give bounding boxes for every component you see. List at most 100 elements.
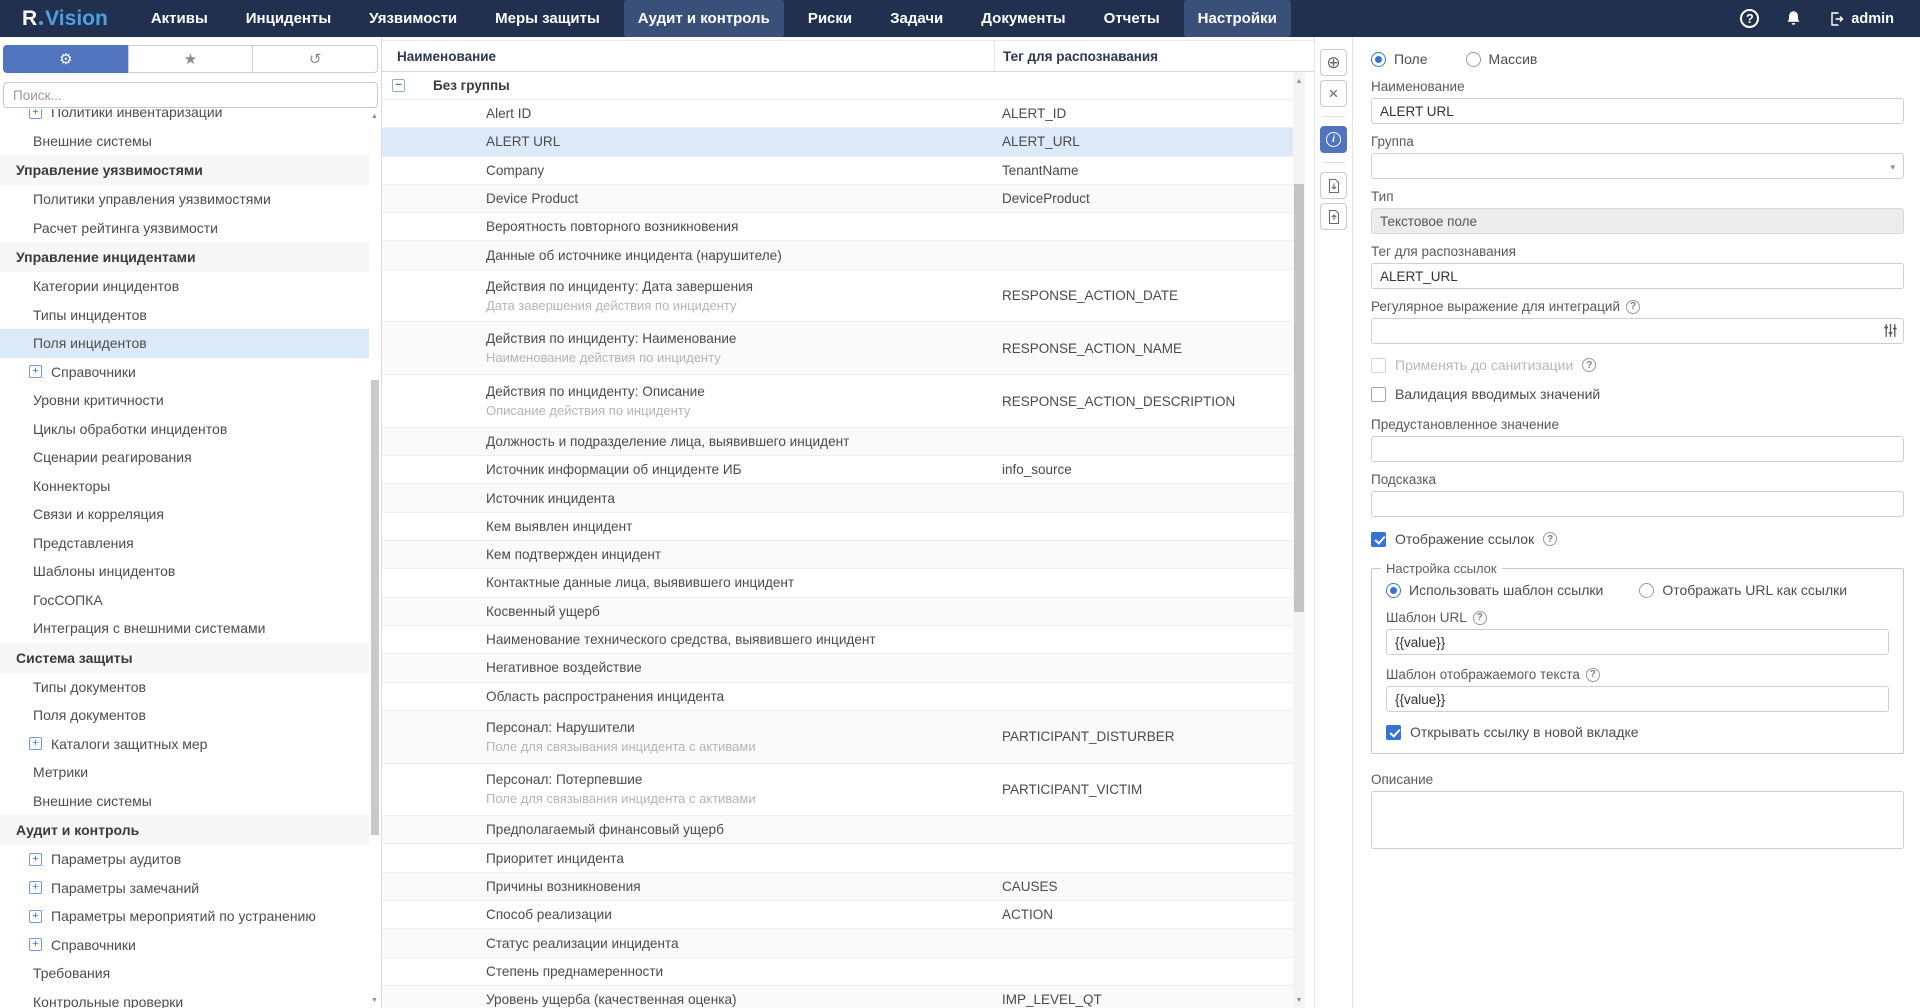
chevron-down-icon[interactable]: ▾ [1890, 162, 1895, 173]
tab-history[interactable]: ↺ [252, 45, 378, 73]
field-row[interactable]: Наименование технического средства, выяв… [382, 626, 1293, 654]
question-icon[interactable]: ? [1626, 300, 1640, 314]
notifications-icon[interactable] [1785, 10, 1802, 27]
open-new-tab-checkbox[interactable]: Открывать ссылку в новой вкладке [1386, 724, 1889, 740]
tree-item[interactable]: +Каталоги защитных мер [0, 730, 369, 759]
tree-item[interactable]: Метрики [0, 758, 369, 787]
field-row[interactable]: Степень преднамеренности [382, 958, 1293, 986]
search-input[interactable] [3, 82, 378, 108]
field-row[interactable]: Должность и подразделение лица, выявивше… [382, 428, 1293, 456]
nav-item[interactable]: Аудит и контроль [624, 0, 784, 37]
radio-option[interactable]: Массив [1466, 51, 1538, 67]
tree-item[interactable]: Внешние системы [0, 787, 369, 816]
tree-item[interactable]: +Параметры замечаний [0, 874, 369, 903]
radio-option[interactable]: Поле [1371, 51, 1428, 67]
field-row[interactable]: Уровень ущерба (качественная оценка)IMP_… [382, 986, 1293, 1008]
field-row[interactable]: Действия по инциденту: Дата завершенияДа… [382, 270, 1293, 323]
field-row[interactable]: Кем выявлен инцидент [382, 513, 1293, 541]
group-row[interactable]: − Без группы [382, 72, 1293, 100]
nav-item[interactable]: Уязвимости [355, 0, 471, 37]
tree-item[interactable]: Связи и корреляция [0, 500, 369, 529]
radio-option[interactable]: Использовать шаблон ссылки [1386, 582, 1603, 598]
question-icon[interactable]: ? [1473, 611, 1487, 625]
expand-plus-icon[interactable]: + [29, 881, 42, 894]
field-row[interactable]: Device ProductDeviceProduct [382, 185, 1293, 213]
scroll-down-icon[interactable]: ▼ [370, 997, 379, 1004]
field-row[interactable]: Кем подтвержден инцидент [382, 541, 1293, 569]
tree-item[interactable]: Коннекторы [0, 472, 369, 501]
tree-item[interactable]: Поля документов [0, 701, 369, 730]
tree-item[interactable]: ГосСОПКА [0, 586, 369, 615]
tree-item[interactable]: Шаблоны инцидентов [0, 557, 369, 586]
tree-item[interactable]: Требования [0, 959, 369, 988]
help-icon[interactable]: ? [1740, 9, 1759, 28]
expand-plus-icon[interactable]: + [29, 910, 42, 923]
tab-favorites[interactable]: ★ [128, 45, 254, 73]
expand-plus-icon[interactable]: + [29, 853, 42, 866]
field-row[interactable]: Способ реализацииACTION [382, 901, 1293, 929]
nav-item[interactable]: Активы [137, 0, 222, 37]
tree-item[interactable]: Категории инцидентов [0, 272, 369, 301]
column-header-tag[interactable]: Тег для распознавания [994, 41, 1314, 71]
tree-item[interactable]: Контрольные проверки [0, 988, 369, 1008]
add-field-button[interactable]: ⊕ [1320, 49, 1347, 76]
regex-input[interactable] [1371, 318, 1904, 344]
tree-item[interactable]: Сценарии реагирования [0, 443, 369, 472]
nav-item[interactable]: Задачи [876, 0, 957, 37]
validation-checkbox[interactable]: Валидация вводимых значений [1371, 386, 1904, 402]
field-row[interactable]: Область распространения инцидента [382, 683, 1293, 711]
tree-item[interactable]: Поля инцидентов [0, 329, 369, 358]
field-row[interactable]: Источник информации об инциденте ИБinfo_… [382, 456, 1293, 484]
field-row[interactable]: Контактные данные лица, выявившего инцид… [382, 569, 1293, 597]
collapse-icon[interactable]: − [392, 79, 405, 92]
field-row[interactable]: Приоритет инцидента [382, 844, 1293, 872]
user-menu[interactable]: admin [1828, 11, 1894, 27]
field-row[interactable]: Предполагаемый финансовый ущерб [382, 816, 1293, 844]
tree-item[interactable]: Политики управления уязвимостями [0, 185, 369, 214]
nav-item[interactable]: Отчеты [1090, 0, 1174, 37]
hint-input[interactable] [1371, 491, 1904, 517]
regex-settings-icon[interactable] [1883, 323, 1898, 343]
tree-item[interactable]: Циклы обработки инцидентов [0, 415, 369, 444]
field-row[interactable]: Действия по инциденту: НаименованиеНаиме… [382, 322, 1293, 375]
tree-item[interactable]: +Параметры аудитов [0, 845, 369, 874]
field-row[interactable]: CompanyTenantName [382, 157, 1293, 185]
table-scroll-down-icon[interactable]: ▼ [1293, 997, 1305, 1004]
expand-plus-icon[interactable]: + [29, 109, 42, 119]
field-row[interactable]: Вероятность повторного возникновения [382, 213, 1293, 241]
field-row[interactable]: Данные об источнике инцидента (нарушител… [382, 241, 1293, 269]
nav-item[interactable]: Документы [967, 0, 1079, 37]
scroll-up-icon[interactable]: ▲ [370, 113, 379, 120]
default-value-input[interactable] [1371, 436, 1904, 462]
tree-item[interactable]: Расчет рейтинга уязвимости [0, 214, 369, 243]
field-info-button[interactable]: i [1320, 126, 1347, 153]
export-fields-button[interactable] [1320, 203, 1347, 230]
tree-item[interactable]: +Справочники [0, 931, 369, 960]
tag-input[interactable] [1371, 263, 1904, 289]
field-row[interactable]: Персонал: ПотерпевшиеПоле для связывания… [382, 764, 1293, 817]
name-input[interactable] [1371, 98, 1904, 124]
field-row[interactable]: Причины возникновенияCAUSES [382, 873, 1293, 901]
expand-plus-icon[interactable]: + [29, 938, 42, 951]
table-scroll-up-icon[interactable]: ▲ [1293, 78, 1305, 85]
tree-item[interactable]: +Параметры мероприятий по устранению [0, 902, 369, 931]
question-icon[interactable]: ? [1582, 358, 1596, 372]
expand-plus-icon[interactable]: + [29, 365, 42, 378]
table-scrollbar-thumb[interactable] [1294, 184, 1304, 612]
sidebar-scrollbar-thumb[interactable] [371, 380, 379, 835]
radio-option[interactable]: Отображать URL как ссылки [1639, 582, 1847, 598]
field-row[interactable]: ALERT URLALERT_URL [382, 128, 1293, 156]
question-icon[interactable]: ? [1586, 668, 1600, 682]
tree-item[interactable]: Уровни критичности [0, 386, 369, 415]
text-template-input[interactable] [1386, 686, 1889, 712]
tree-item[interactable]: Представления [0, 529, 369, 558]
tree-item[interactable]: +Справочники [0, 358, 369, 387]
nav-item[interactable]: Риски [794, 0, 866, 37]
field-row[interactable]: Негативное воздействие [382, 654, 1293, 682]
nav-item[interactable]: Настройки [1184, 0, 1291, 37]
field-row[interactable]: Alert IDALERT_ID [382, 100, 1293, 128]
delete-field-button[interactable]: × [1320, 80, 1347, 107]
field-row[interactable]: Косвенный ущерб [382, 598, 1293, 626]
tree-item[interactable]: Внешние системы [0, 127, 369, 156]
tree-item[interactable]: Интеграция с внешними системами [0, 614, 369, 643]
